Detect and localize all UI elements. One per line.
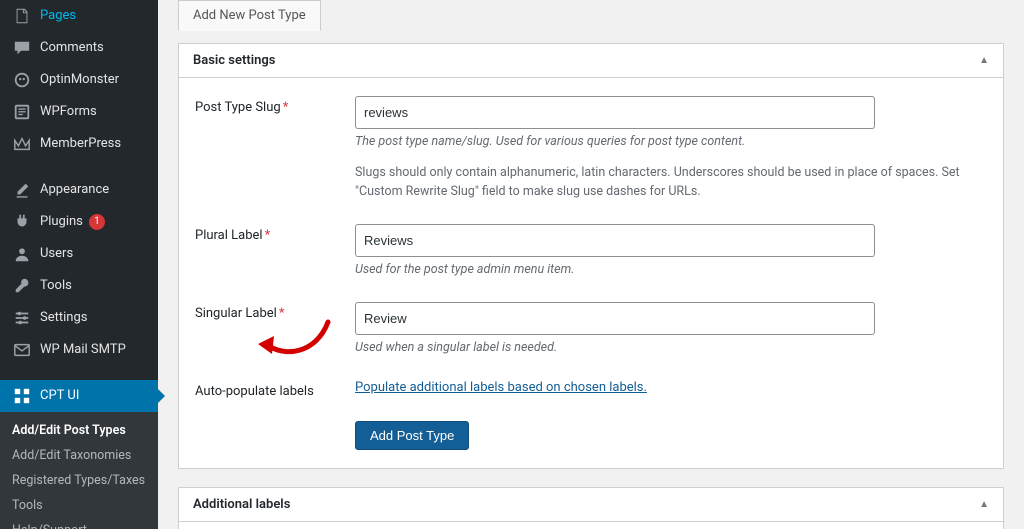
menu-label: WP Mail SMTP [40,342,126,358]
update-badge: 1 [89,214,105,230]
cpt-icon [12,387,32,405]
field-control: The post type name/slug. Used for variou… [355,96,987,202]
field-label: Singular Label* [195,302,355,321]
sidebar-item-wpmailsmtp[interactable]: WP Mail SMTP [0,334,158,366]
menu-label: Tools [40,278,72,294]
sidebar-item-appearance[interactable]: Appearance [0,174,158,206]
submenu-add-edit-post-types[interactable]: Add/Edit Post Types [0,418,158,443]
cptui-submenu: Add/Edit Post Types Add/Edit Taxonomies … [0,412,158,529]
required-mark: * [279,306,285,321]
menu-label: MemberPress [40,136,121,152]
sidebar-item-memberpress[interactable]: MemberPress [0,128,158,160]
wpforms-icon [12,103,32,121]
menu-separator [0,160,158,174]
comments-icon [12,39,32,57]
menu-label: WPForms [40,104,97,120]
field-control: Used when a singular label is needed. [355,302,935,358]
sidebar-item-optinmonster[interactable]: OptinMonster [0,64,158,96]
panel-title: Additional labels [193,497,290,512]
help-text: Used when a singular label is needed. [355,339,935,358]
panel-header-basic[interactable]: Basic settings ▲ [179,44,1003,78]
sidebar-item-pages[interactable]: Pages [0,0,158,32]
menu-label: Plugins [40,214,83,230]
required-mark: * [265,228,271,243]
sidebar-item-cptui[interactable]: CPT UI [0,380,158,412]
menu-label: Settings [40,310,87,326]
memberpress-icon [12,135,32,153]
plural-label-input[interactable] [355,224,875,257]
menu-label: CPT UI [40,388,79,404]
caret-up-icon: ▲ [979,55,989,66]
sidebar-item-wpforms[interactable]: WPForms [0,96,158,128]
tabs: Add New Post Type [178,0,1004,31]
menu-label: Pages [40,8,76,24]
caret-up-icon: ▲ [979,499,989,510]
populate-labels-link[interactable]: Populate additional labels based on chos… [355,380,647,395]
settings-icon [12,309,32,327]
appearance-icon [12,181,32,199]
sidebar-item-users[interactable]: Users [0,238,158,270]
menu-label: OptinMonster [40,72,119,88]
plugins-icon [12,213,32,231]
optinmonster-icon [12,71,32,89]
panel-additional-labels: Additional labels ▲ Post Type Descriptio… [178,487,1004,529]
add-post-type-button[interactable]: Add Post Type [355,421,469,450]
post-type-slug-input[interactable] [355,96,875,129]
help-text: The post type name/slug. Used for variou… [355,133,987,152]
menu-label: Appearance [40,182,109,198]
field-label: Plural Label* [195,224,355,243]
submit-row: Add Post Type [195,421,987,450]
mail-icon [12,341,32,359]
help-text: Slugs should only contain alphanumeric, … [355,164,987,202]
main-content: Add New Post Type Basic settings ▲ Post … [158,0,1024,529]
submenu-add-edit-taxonomies[interactable]: Add/Edit Taxonomies [0,443,158,468]
help-text: Used for the post type admin menu item. [355,261,935,280]
field-control: Used for the post type admin menu item. [355,224,935,280]
field-plural-label: Plural Label* Used for the post type adm… [195,224,987,280]
field-control: Populate additional labels based on chos… [355,380,935,395]
submenu-help-support[interactable]: Help/Support [0,518,158,529]
field-auto-populate: Auto-populate labels Populate additional… [195,380,987,399]
submenu-tools[interactable]: Tools [0,493,158,518]
panel-header-additional[interactable]: Additional labels ▲ [179,488,1003,522]
menu-separator [0,366,158,380]
field-control: Add Post Type [355,421,935,450]
submenu-registered-types[interactable]: Registered Types/Taxes [0,468,158,493]
menu-label: Users [40,246,73,262]
field-label: Auto-populate labels [195,380,355,399]
pages-icon [12,7,32,25]
singular-label-input[interactable] [355,302,875,335]
required-mark: * [283,100,289,115]
field-post-type-slug: Post Type Slug* The post type name/slug.… [195,96,987,202]
sidebar-item-settings[interactable]: Settings [0,302,158,334]
field-label: Post Type Slug* [195,96,355,115]
panel-body: Post Type Description [179,522,1003,529]
menu-label: Comments [40,40,104,56]
field-singular-label: Singular Label* Used when a singular lab… [195,302,987,358]
panel-basic-settings: Basic settings ▲ Post Type Slug* The pos… [178,43,1004,469]
sidebar-item-tools[interactable]: Tools [0,270,158,302]
tab-add-new-post-type[interactable]: Add New Post Type [178,0,321,31]
sidebar-item-plugins[interactable]: Plugins 1 [0,206,158,238]
panel-title: Basic settings [193,53,275,68]
admin-sidebar: Pages Comments OptinMonster WPForms Memb… [0,0,158,529]
tools-icon [12,277,32,295]
admin-menu: Pages Comments OptinMonster WPForms Memb… [0,0,158,412]
sidebar-item-comments[interactable]: Comments [0,32,158,64]
panel-body: Post Type Slug* The post type name/slug.… [179,78,1003,468]
users-icon [12,245,32,263]
